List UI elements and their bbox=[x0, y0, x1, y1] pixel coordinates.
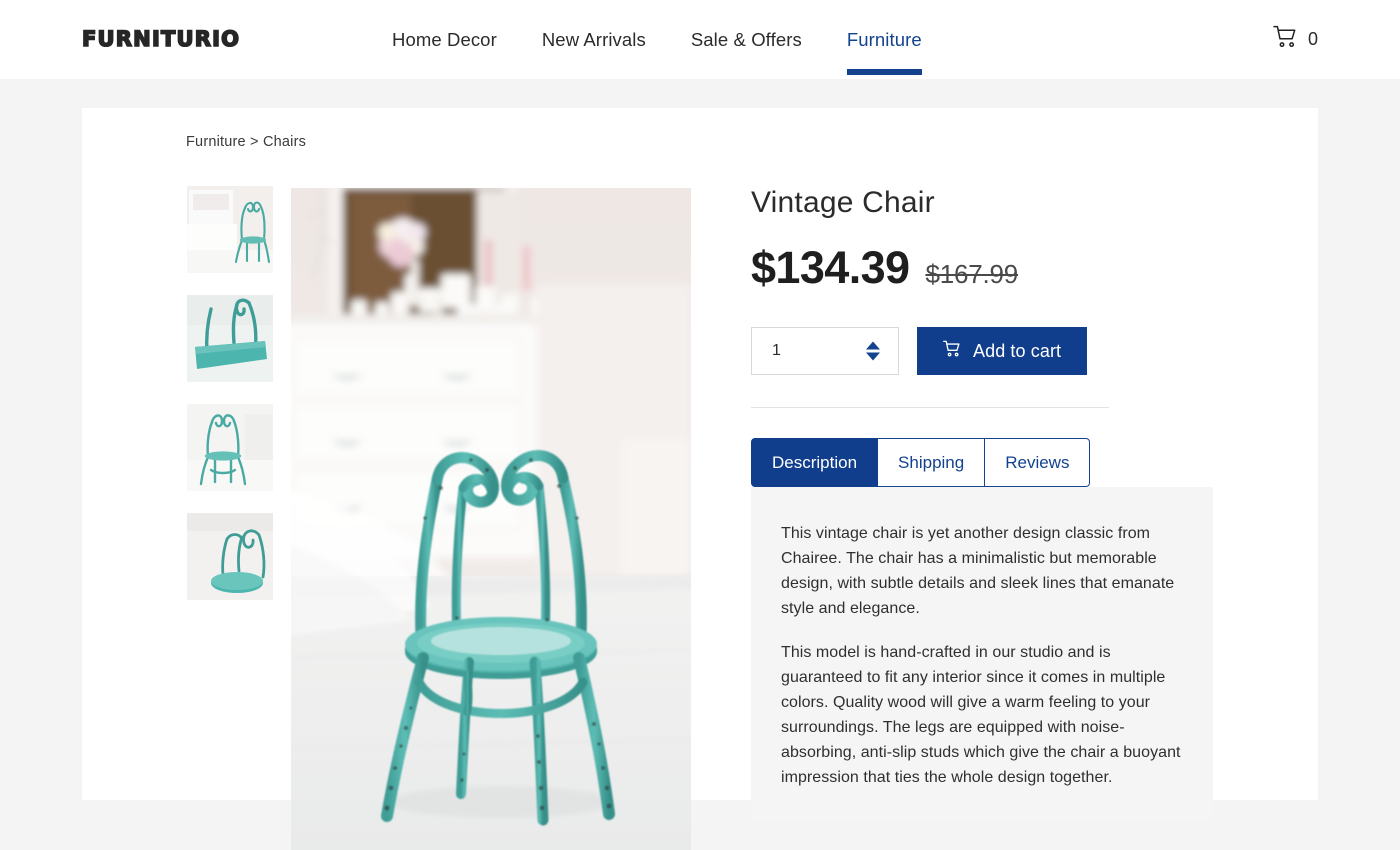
thumbnail-list bbox=[187, 186, 273, 600]
original-price: $167.99 bbox=[925, 259, 1019, 289]
tab-reviews[interactable]: Reviews bbox=[985, 438, 1091, 487]
quantity-stepper[interactable]: 1 bbox=[751, 327, 899, 375]
main-navigation: Home Decor New Arrivals Sale & Offers Fu… bbox=[392, 0, 922, 79]
nav-item-new-arrivals[interactable]: New Arrivals bbox=[542, 0, 646, 79]
breadcrumb[interactable]: Furniture > Chairs bbox=[186, 134, 306, 150]
tab-label: Description bbox=[772, 452, 858, 472]
description-paragraph-1: This vintage chair is yet another design… bbox=[781, 525, 1175, 617]
nav-label: New Arrivals bbox=[541, 28, 646, 50]
thumbnail-image-2[interactable] bbox=[187, 295, 273, 382]
tab-shipping[interactable]: Shipping bbox=[878, 438, 986, 487]
page-title: Vintage Chair bbox=[751, 186, 935, 219]
nav-item-furniture[interactable]: Furniture bbox=[846, 0, 922, 79]
purchase-row: 1 Add to cart bbox=[751, 327, 1211, 375]
thumbnail-image-3[interactable] bbox=[187, 404, 273, 491]
product-card: Furniture > Chairs Vintage Chair $134.39… bbox=[82, 108, 1318, 850]
quantity-spinner[interactable] bbox=[866, 341, 880, 361]
chevron-down-icon[interactable] bbox=[866, 352, 880, 361]
main-product-image[interactable] bbox=[291, 188, 691, 850]
tab-label: Shipping bbox=[898, 452, 965, 472]
tab-description[interactable]: Description bbox=[751, 438, 879, 487]
nav-label: Home Decor bbox=[392, 28, 497, 50]
cart-count: 0 bbox=[1307, 29, 1318, 49]
nav-item-sale-offers[interactable]: Sale & Offers bbox=[691, 0, 802, 79]
current-price: $134.39 bbox=[751, 242, 910, 293]
add-to-cart-button[interactable]: Add to cart bbox=[917, 327, 1088, 375]
product-info: Vintage Chair $134.39 $167.99 1 Add to c… bbox=[751, 186, 1213, 820]
description-panel: This vintage chair is yet another design… bbox=[751, 487, 1213, 820]
shopping-cart-icon bbox=[1273, 25, 1299, 54]
chevron-up-icon[interactable] bbox=[866, 341, 880, 350]
site-logo[interactable]: FURNITURIO bbox=[81, 26, 240, 52]
add-to-cart-label: Add to cart bbox=[973, 340, 1062, 361]
product-tabs: Description Shipping Reviews bbox=[751, 438, 1127, 487]
shopping-cart-icon bbox=[943, 340, 962, 363]
section-divider bbox=[751, 407, 1109, 408]
nav-label: Sale & Offers bbox=[690, 28, 802, 50]
cart-button[interactable]: 0 bbox=[1273, 0, 1318, 79]
description-paragraph-2: This model is hand-crafted in our studio… bbox=[781, 644, 1181, 786]
thumbnail-image-4[interactable] bbox=[187, 513, 273, 600]
tab-label: Reviews bbox=[1005, 452, 1070, 472]
site-header: FURNITURIO Home Decor New Arrivals Sale … bbox=[0, 0, 1400, 79]
nav-label: Furniture bbox=[846, 28, 922, 50]
thumbnail-image-1[interactable] bbox=[187, 186, 273, 273]
price-row: $134.39 $167.99 bbox=[751, 242, 1211, 294]
nav-item-home-decor[interactable]: Home Decor bbox=[392, 0, 497, 79]
